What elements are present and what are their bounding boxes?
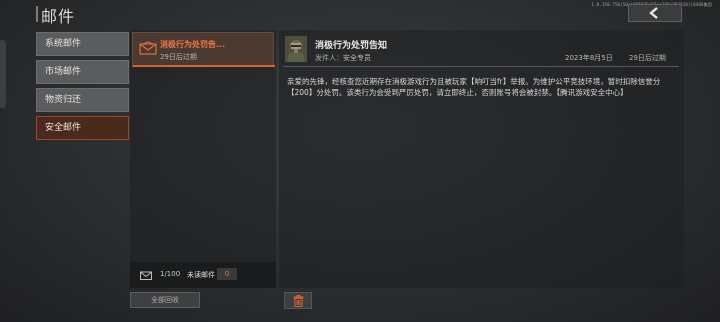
- sidebar-item-label: 安全邮件: [45, 123, 82, 133]
- chevron-left-icon: [649, 7, 658, 19]
- sidebar-item-supply-return[interactable]: 物资归还: [36, 88, 129, 112]
- mail-subject: 消极行为处罚告知: [315, 41, 388, 51]
- mail-item-expire: 29日后过期: [160, 53, 197, 61]
- selected-indicator: [133, 65, 275, 67]
- sidebar-item-system-mail[interactable]: 系统邮件: [36, 32, 129, 56]
- mail-list-item[interactable]: 消极行为处罚告... 29日后过期: [132, 32, 275, 67]
- sidebar-item-label: 系统邮件: [45, 39, 82, 49]
- divider: [283, 66, 679, 67]
- sender-name: 安全专员: [343, 54, 371, 62]
- collect-all-button[interactable]: 全部回收: [130, 292, 200, 308]
- header-accent-bar: [36, 6, 38, 22]
- back-button[interactable]: [628, 4, 682, 22]
- sidebar-item-label: 市场邮件: [45, 67, 82, 77]
- sidebar-item-security-mail[interactable]: 安全邮件: [36, 116, 129, 140]
- mail-count: 1/100: [160, 270, 181, 278]
- mail-category-sidebar: 系统邮件 市场邮件 物资归还 安全邮件: [36, 32, 129, 144]
- sidebar-item-market-mail[interactable]: 市场邮件: [36, 60, 129, 84]
- sender-avatar: [285, 36, 307, 62]
- mail-sender: 发件人：安全专员: [315, 53, 371, 63]
- envelope-icon: [139, 41, 157, 55]
- mail-date: 2023年8月5日: [565, 54, 613, 62]
- mail-list-footer: 1/100 未读邮件 0: [130, 262, 276, 288]
- mail-item-subject: 消极行为处罚告...: [160, 40, 226, 49]
- unread-label: 未读邮件: [187, 271, 215, 279]
- page-title: 邮件: [41, 7, 76, 26]
- mail-detail-panel: 消极行为处罚告知 发件人：安全专员 2023年8月5日 29日后过期 亲爱的先锋…: [279, 30, 684, 288]
- mail-body: 亲爱的先锋，经核查您近期存在消极游戏行为且被玩家【响叮当fr】举报。为维护公平竞…: [287, 77, 661, 97]
- mail-list-panel: 消极行为处罚告... 29日后过期 1/100 未读邮件 0: [130, 30, 276, 288]
- sender-prefix: 发件人：: [315, 54, 343, 62]
- trash-icon: [293, 294, 303, 307]
- unread-count-badge: 0: [217, 268, 237, 280]
- mail-expire: 29日后过期: [629, 54, 666, 62]
- side-drawer-tab[interactable]: [0, 40, 6, 108]
- sidebar-item-label: 物资归还: [45, 95, 82, 105]
- envelope-icon: [140, 271, 152, 280]
- delete-mail-button[interactable]: [284, 292, 312, 309]
